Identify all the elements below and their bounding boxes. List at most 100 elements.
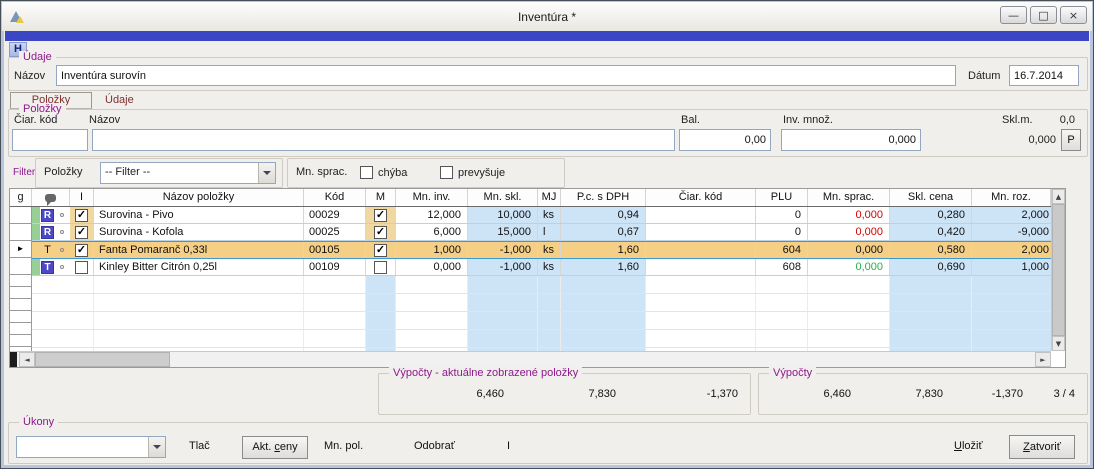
row-selector-empty[interactable] [10,323,31,335]
row-selector[interactable] [10,224,31,241]
grid-splitter-handle[interactable] [10,352,17,367]
scroll-left-icon[interactable]: ◄ [19,352,35,367]
row-selector-column[interactable]: ► [10,207,32,352]
row-checkbox-m[interactable] [366,259,396,275]
tab-udaje[interactable]: Údaje [105,94,134,106]
tlac-button[interactable]: Tlač [189,440,210,452]
nazov-input[interactable] [56,65,956,86]
cell-empty [366,276,396,293]
horizontal-scrollbar[interactable]: ◄► [10,351,1051,367]
table-row-empty[interactable] [32,312,1051,330]
inv-mnoz-input[interactable] [781,129,921,151]
table-row-empty[interactable] [32,276,1051,294]
row-checkbox-m[interactable]: ✓ [366,224,396,240]
vertical-scroll-thumb[interactable] [1052,204,1065,336]
horizontal-scroll-thumb[interactable] [35,352,170,367]
row-checkbox-i[interactable] [70,259,94,275]
checkbox-icon [75,261,88,274]
cell-empty [972,294,1051,311]
row-selector-empty[interactable] [10,287,31,299]
odobrat-button[interactable]: Odobrať [414,440,455,452]
column-header-nazov[interactable]: Názov položky [94,189,304,206]
scroll-right-icon[interactable]: ► [1035,352,1051,367]
datum-input[interactable] [1009,65,1079,86]
row-color-strip [32,242,40,258]
table-row-empty[interactable] [32,294,1051,312]
column-header-ciar-kod[interactable]: Čiar. kód [646,189,756,206]
i-button[interactable]: I [507,440,510,452]
cell-empty [396,330,468,347]
column-header-mn-skl[interactable]: Mn. skl. [468,189,538,206]
grid-corner-g[interactable]: g [10,189,32,206]
bal-input[interactable] [679,129,771,151]
table-row[interactable]: R✓Surovina - Pivo00029✓12,00010,000ks0,9… [32,207,1051,224]
chevron-down-icon[interactable] [258,163,275,183]
nazov-label: Názov [14,70,45,82]
cell-empty [890,312,972,329]
cell-mn-sprac: 0,000 [808,242,890,258]
column-header-mn-inv[interactable]: Mn. inv. [396,189,468,206]
column-header-i[interactable]: I [70,189,94,206]
table-row[interactable]: TKinley Bitter Citrón 0,25l001090,000-1,… [32,259,1051,276]
cell-mn-skl: 15,000 [468,224,538,240]
row-color-strip [32,259,40,275]
column-header-kod[interactable]: Kód [304,189,366,206]
prevysuje-checkbox[interactable] [440,166,453,179]
ukony-groupbox: Úkony Tlač Akt. ceny Mn. pol. Odobrať I … [8,422,1088,464]
ukony-dropdown[interactable] [16,436,166,458]
row-checkbox-m[interactable]: ✓ [366,207,396,223]
cell-empty [538,312,561,329]
table-row[interactable]: T✓Fanta Pomaranč 0,33l00105✓1,000-1,000k… [32,241,1051,259]
column-header-mn-roz[interactable]: Mn. roz. [972,189,1051,206]
ciar-kod-input[interactable] [12,129,88,151]
akt-ceny-button[interactable]: Akt. ceny [242,436,308,459]
column-header-skl-cena[interactable]: Skl. cena [890,189,972,206]
cell-pc-s-dph: 1,60 [561,259,646,275]
cell-empty [468,294,538,311]
filter-dropdown[interactable]: -- Filter -- [100,162,276,184]
chevron-down-icon[interactable] [148,437,165,457]
minimize-button[interactable]: — [1000,6,1027,24]
cell-kod: 00109 [304,259,366,275]
summary-value: 6,460 [765,388,857,400]
row-checkbox-i[interactable]: ✓ [70,207,94,223]
table-row[interactable]: R✓Surovina - Kofola00025✓6,00015,000l0,6… [32,224,1051,241]
items-table: g INázov položkyKódMMn. inv.Mn. skl.MJP.c… [9,188,1066,368]
maximize-button[interactable]: □ [1030,6,1057,24]
row-selector-empty[interactable] [10,311,31,323]
mn-pol-button[interactable]: Mn. pol. [324,440,363,452]
row-selector[interactable] [10,258,31,275]
cell-empty [972,330,1051,347]
cell-empty [304,312,366,329]
column-header-m[interactable]: M [366,189,396,206]
row-selector-current[interactable]: ► [10,241,31,258]
chyba-checkbox[interactable] [360,166,373,179]
column-header-pc-s-dph[interactable]: P.c. s DPH [561,189,646,206]
row-checkbox-i[interactable]: ✓ [70,242,94,258]
title-bar[interactable]: Inventúra * —□× [2,2,1092,31]
row-selector-empty[interactable] [10,299,31,311]
row-selector-empty[interactable] [10,275,31,287]
scroll-down-icon[interactable]: ▼ [1052,336,1065,351]
cell-mn-inv: 6,000 [396,224,468,240]
ulozit-button[interactable]: Uložiť [954,440,983,452]
row-checkbox-i[interactable]: ✓ [70,224,94,240]
column-header-mj[interactable]: MJ [538,189,561,206]
zatvorit-button[interactable]: Zatvoriť [1009,435,1075,459]
row-checkbox-m[interactable]: ✓ [366,242,396,258]
scroll-up-icon[interactable]: ▲ [1052,189,1065,204]
column-header-plu[interactable]: PLU [756,189,808,206]
cell-mn-sprac: 0,000 [808,224,890,240]
row-selector-empty[interactable] [10,335,31,347]
vertical-scrollbar[interactable]: ▲▼ [1051,189,1065,351]
inv-mnoz-label: Inv. množ. [783,114,833,126]
column-header-mn-sprac[interactable]: Mn. sprac. [808,189,890,206]
comment-column-header[interactable] [32,189,70,206]
polozky-nazov-input[interactable] [92,129,675,151]
close-button[interactable]: × [1060,6,1087,24]
checkbox-icon: ✓ [374,226,387,239]
table-row-empty[interactable] [32,330,1051,348]
row-type-letter: R [41,209,54,222]
p-button[interactable]: P [1061,129,1081,151]
row-selector[interactable] [10,207,31,224]
